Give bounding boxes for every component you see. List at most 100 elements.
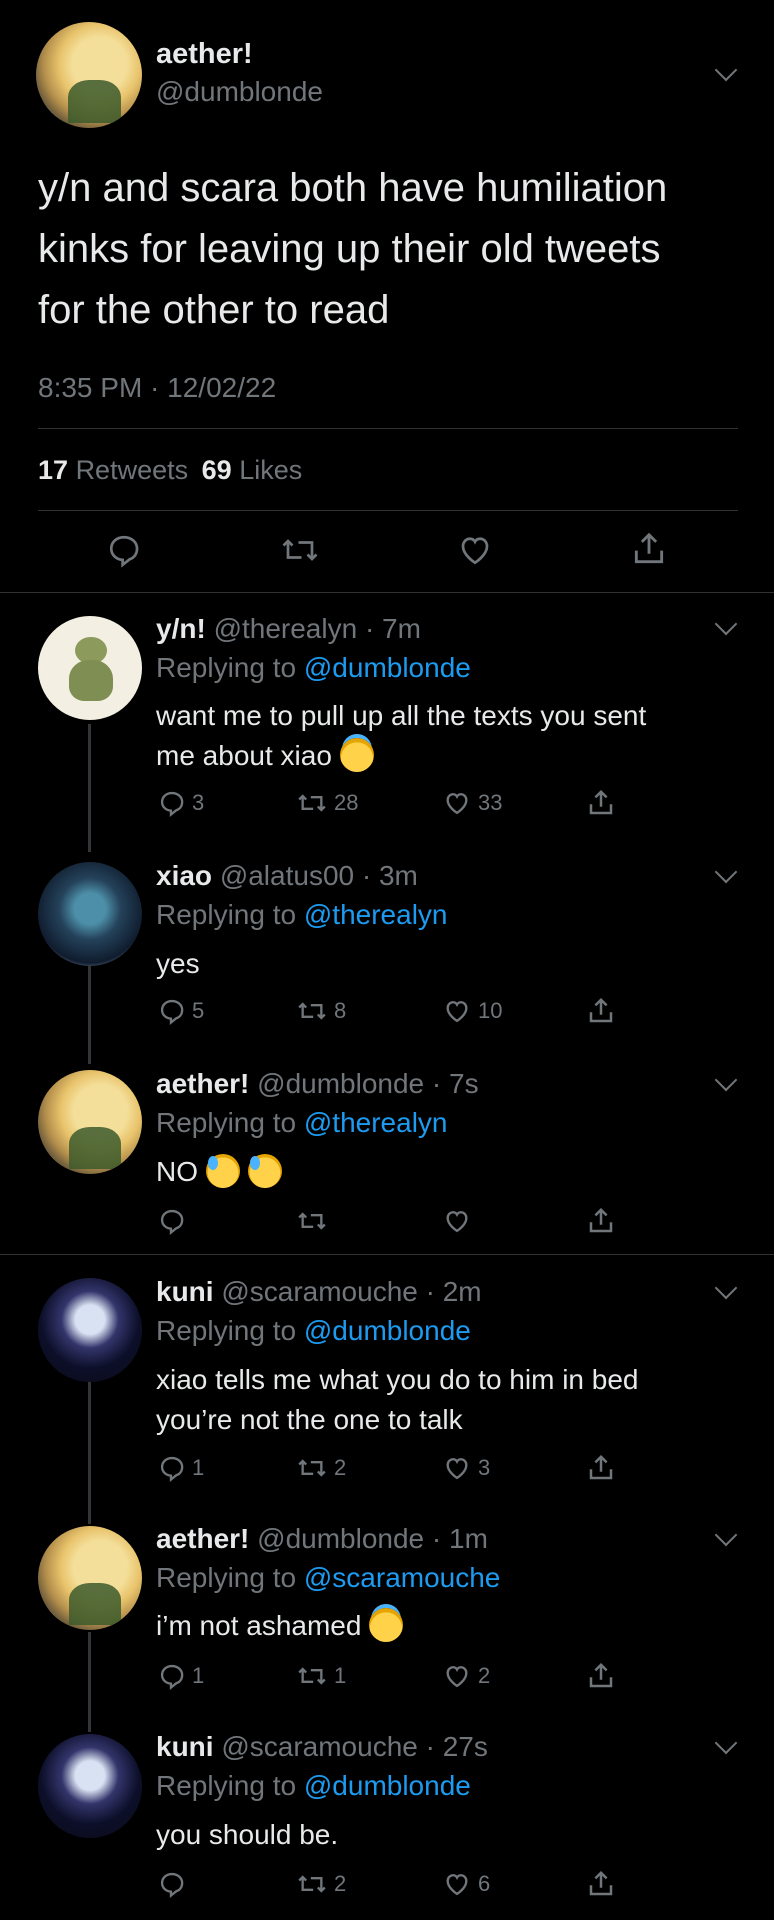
replying-to: Replying to @dumblonde [156,1770,471,1802]
share-button[interactable] [586,996,616,1026]
reply-count: 5 [192,998,205,1023]
replying-to-link[interactable]: @therealyn [304,899,448,930]
reply-button[interactable] [158,1870,192,1898]
display-name[interactable]: aether! [156,38,253,71]
avatar[interactable] [38,1070,142,1174]
share-button[interactable] [586,1661,616,1691]
timestamp[interactable]: 8:35 PM · 12/02/22 [38,372,276,404]
reply-header: aether! @dumblonde · 1m [156,1523,488,1555]
chevron-down-icon[interactable] [714,1731,738,1755]
like-button[interactable]: 33 [442,789,502,817]
replying-prefix: Replying to [156,1770,297,1801]
display-name[interactable]: aether! [156,1068,249,1099]
handle-time[interactable]: @alatus00 · 3m [220,860,418,891]
divider [0,592,774,593]
reply-text: want me to pull up all the texts you sen… [156,696,646,776]
handle[interactable]: @dumblonde [156,76,323,108]
chevron-down-icon[interactable] [714,58,738,82]
like-count: 10 [478,998,503,1023]
chevron-down-icon[interactable] [714,1276,738,1300]
like-button[interactable]: 6 [442,1870,490,1898]
handle-time[interactable]: @dumblonde · 1m [257,1523,488,1554]
avatar[interactable] [38,1278,142,1382]
retweet-icon [298,1875,326,1893]
display-name[interactable]: kuni [156,1731,214,1762]
like-icon [461,537,489,565]
display-name[interactable]: xiao [156,860,212,891]
divider [38,510,738,511]
reply-header: xiao @alatus00 · 3m [156,860,418,892]
reply-header: kuni @scaramouche · 27s [156,1731,488,1763]
share-button[interactable] [586,1453,616,1483]
share-icon [589,1454,613,1480]
retweet-count: 28 [334,790,359,815]
reply-button[interactable]: 3 [158,789,204,817]
display-name[interactable]: y/n! [156,613,206,644]
retweet-button[interactable]: 2 [296,1454,346,1482]
share-button[interactable] [586,1206,616,1236]
handle-time[interactable]: @scaramouche · 27s [221,1731,488,1762]
handle-time[interactable]: @therealyn · 7m [214,613,421,644]
reply-button[interactable] [158,1207,192,1235]
retweet-button[interactable]: 1 [296,1662,346,1690]
retweet-button[interactable]: 8 [296,997,346,1025]
like-button[interactable] [456,532,494,568]
retweets-label[interactable]: Retweets [76,455,189,485]
handle-time[interactable]: @dumblonde · 7s [257,1068,478,1099]
reply-button[interactable] [106,532,142,568]
retweet-button[interactable]: 2 [296,1870,346,1898]
replying-prefix: Replying to [156,1315,297,1346]
handle-time[interactable]: @scaramouche · 2m [221,1276,481,1307]
reply-button[interactable]: 5 [158,997,204,1025]
likes-label[interactable]: Likes [239,455,302,485]
chevron-down-icon[interactable] [714,1523,738,1547]
replying-to: Replying to @dumblonde [156,1315,471,1347]
avatar[interactable] [38,1734,142,1838]
replying-to-link[interactable]: @dumblonde [304,652,471,683]
display-name[interactable]: kuni [156,1276,214,1307]
replying-to: Replying to @dumblonde [156,652,471,684]
like-button[interactable]: 10 [442,997,502,1025]
like-icon [446,1211,468,1233]
like-button[interactable] [442,1207,478,1235]
reply-text-line: xiao tells me what you do to him in bed [156,1364,639,1395]
avatar[interactable] [36,22,142,128]
display-name[interactable]: aether! [156,1523,249,1554]
replying-to: Replying to @scaramouche [156,1562,500,1594]
retweets-count[interactable]: 17 [38,455,68,485]
reply-text: you should be. [156,1815,338,1855]
retweet-button[interactable]: 28 [296,789,358,817]
avatar[interactable] [38,616,142,720]
like-icon [446,1001,468,1023]
avatar[interactable] [38,862,142,966]
like-count: 6 [478,1871,491,1896]
reply-count: 3 [192,790,205,815]
reply-icon [109,535,139,568]
reply-button[interactable]: 1 [158,1454,204,1482]
chevron-down-icon[interactable] [714,860,738,884]
share-button[interactable] [630,530,668,568]
chevron-down-icon[interactable] [714,1068,738,1092]
reply-text: yes [156,944,200,984]
retweet-button[interactable] [280,532,320,568]
likes-count[interactable]: 69 [202,455,232,485]
replying-to-link[interactable]: @therealyn [304,1107,448,1138]
reply-button[interactable]: 1 [158,1662,204,1690]
like-button[interactable]: 3 [442,1454,490,1482]
reply-text: xiao tells me what you do to him in bed … [156,1360,638,1440]
thread-line [88,724,91,852]
chevron-down-icon[interactable] [714,612,738,636]
share-button[interactable] [586,788,616,818]
replying-to-link[interactable]: @dumblonde [304,1315,471,1346]
reply-icon [160,1456,184,1482]
avatar[interactable] [38,1526,142,1630]
share-button[interactable] [586,1869,616,1899]
replying-to-link[interactable]: @scaramouche [304,1562,501,1593]
reply-text-line: NO [156,1156,198,1187]
tweet-text: y/n and scara both have humiliation kink… [38,158,667,341]
like-button[interactable]: 2 [442,1662,490,1690]
retweet-button[interactable] [296,1207,334,1235]
reply-text: NO [156,1152,282,1192]
replying-to-link[interactable]: @dumblonde [304,1770,471,1801]
share-icon [589,1207,613,1233]
